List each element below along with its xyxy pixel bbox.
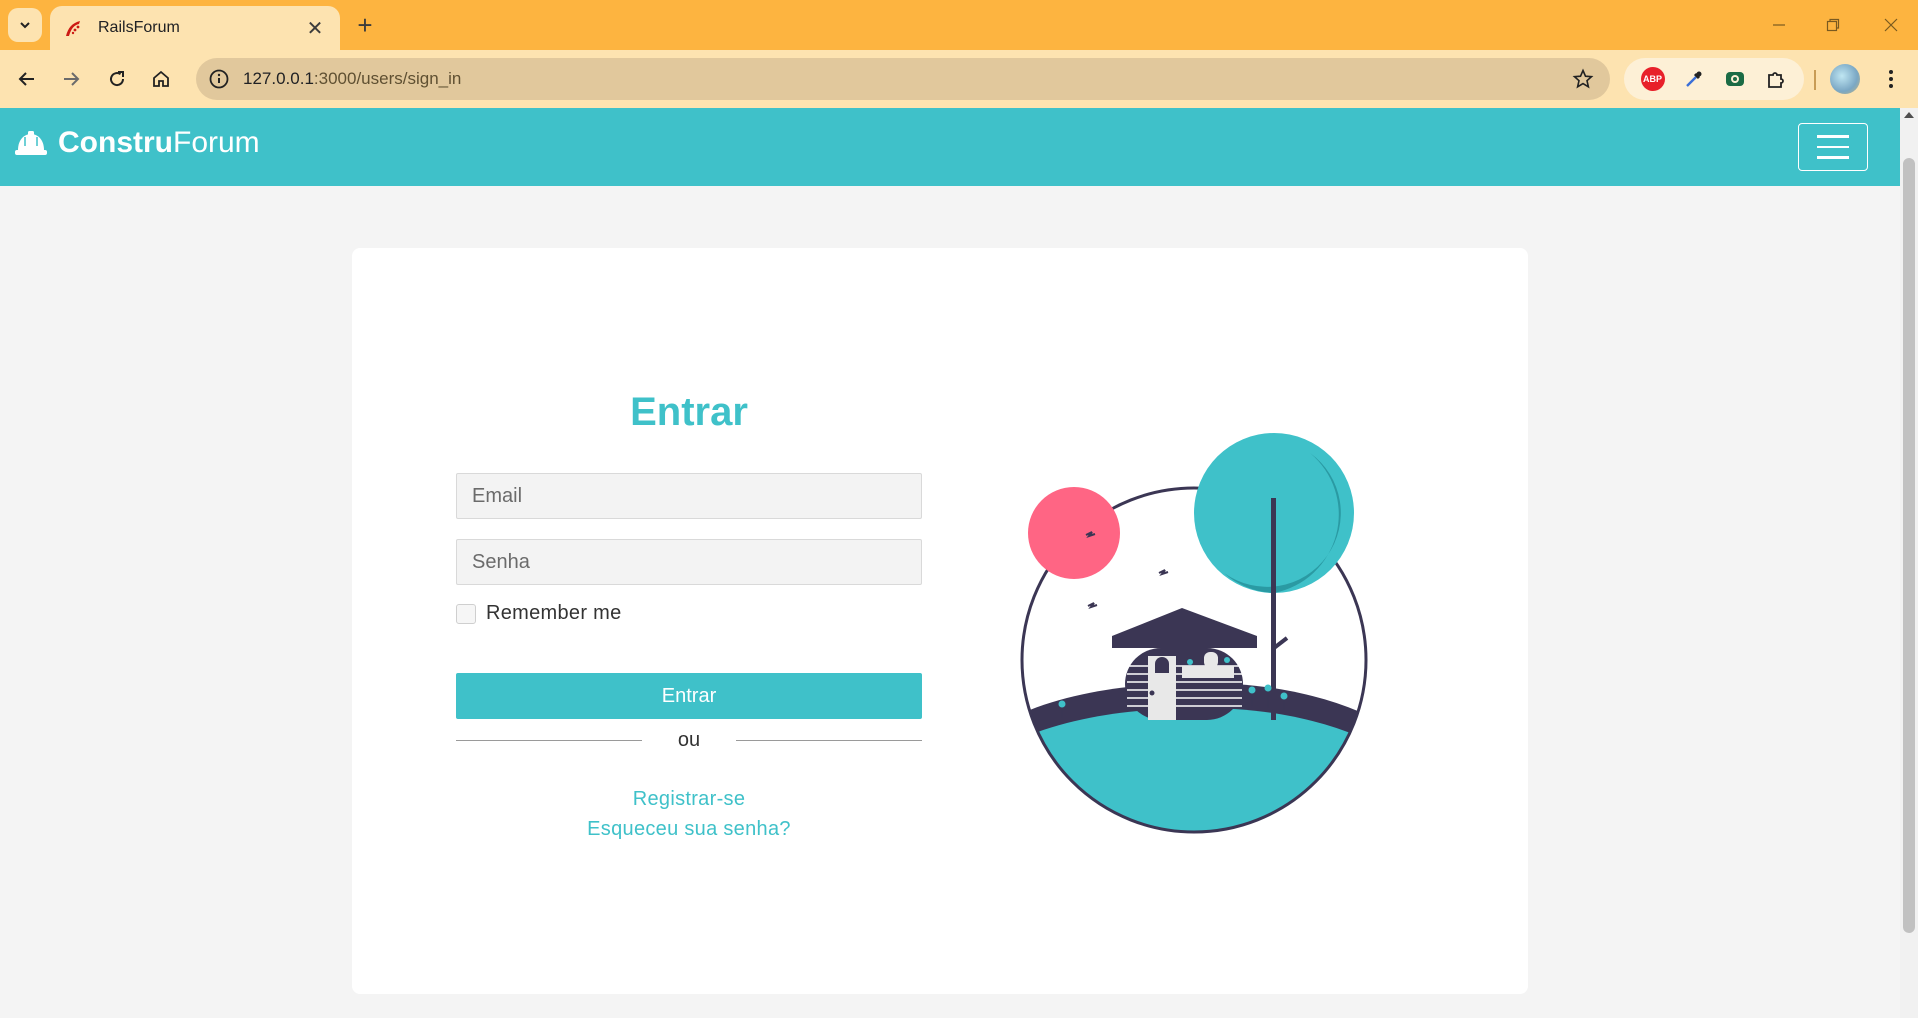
back-button[interactable] [8,60,46,98]
email-field[interactable] [456,473,922,519]
scroll-up-arrow-icon[interactable] [1904,112,1914,118]
scrollbar-thumb[interactable] [1903,158,1915,933]
url-path: :3000/users/sign_in [313,69,462,88]
toolbar-separator [1814,70,1816,90]
browser-tab[interactable]: RailsForum ✕ [50,6,340,50]
url-text[interactable]: 127.0.0.1:3000/users/sign_in [243,69,1566,89]
chevron-down-icon [20,22,30,29]
submit-button[interactable]: Entrar [456,673,922,719]
divider-text: ou [677,728,701,751]
hamburger-line [1817,145,1849,149]
bookmark-star-icon[interactable] [1566,62,1600,96]
tab-title: RailsForum [98,19,180,36]
home-button[interactable] [142,60,180,98]
hard-hat-icon [15,131,47,155]
tab-search-button[interactable] [8,8,42,42]
rails-favicon-icon [66,21,80,36]
forward-button[interactable] [52,60,90,98]
new-tab-button[interactable]: + [350,10,380,40]
remember-me-checkbox[interactable] [456,603,476,624]
site-info-icon[interactable] [205,65,233,93]
arrow-right-icon [64,72,80,86]
brand-name-bold: Constru [58,126,173,159]
remember-me-label[interactable]: Remember me [486,602,622,625]
hamburger-line [1817,156,1849,159]
arrow-left-icon [18,72,34,86]
house-illustration [1020,433,1368,834]
minimize-button[interactable] [1754,8,1804,42]
reload-icon [110,71,125,87]
tab-close-icon[interactable]: ✕ [304,17,326,40]
page-scrollbar[interactable] [1900,108,1918,1018]
browser-menu-icon[interactable] [1876,64,1906,94]
address-bar[interactable]: 127.0.0.1:3000/users/sign_in [196,58,1610,100]
page-title: Entrar [630,390,748,434]
close-icon [1884,18,1898,32]
divider-line-left [456,739,642,741]
restore-button[interactable] [1808,8,1858,42]
url-host: 127.0.0.1 [243,69,314,88]
register-link[interactable]: Registrar-se [456,788,922,811]
browser-tabstrip: RailsForum ✕ + [0,0,1918,50]
or-divider: ou [456,728,922,752]
profile-avatar[interactable] [1830,64,1860,94]
brand-name-regular: Forum [173,126,260,159]
home-icon [153,70,169,87]
screen-capture-icon[interactable] [1720,64,1750,94]
extensions-group: ABP [1624,58,1804,100]
restore-icon [1826,18,1840,32]
password-field[interactable] [456,539,922,585]
menu-toggle-button[interactable] [1798,123,1868,171]
divider-line-right [736,739,922,741]
login-card: Entrar Remember me Entrar ou Registrar-s… [352,248,1528,994]
eyedropper-icon[interactable] [1679,64,1709,94]
remember-me-row: Remember me [456,602,622,625]
minimize-icon [1773,24,1785,26]
reload-button[interactable] [98,60,136,98]
puzzle-icon[interactable] [1761,64,1791,94]
browser-toolbar: 127.0.0.1:3000/users/sign_in ABP [0,50,1918,108]
site-navbar: ConstruForum [0,108,1900,186]
forgot-password-link[interactable]: Esqueceu sua senha? [456,818,922,841]
close-window-button[interactable] [1866,8,1916,42]
hamburger-line [1817,135,1849,138]
abp-badge: ABP [1640,67,1665,91]
brand-logo[interactable]: ConstruForum [14,126,260,160]
page-viewport: ConstruForum Entrar Remember me Entrar o… [0,108,1900,1018]
adblock-plus-icon[interactable]: ABP [1638,64,1668,94]
